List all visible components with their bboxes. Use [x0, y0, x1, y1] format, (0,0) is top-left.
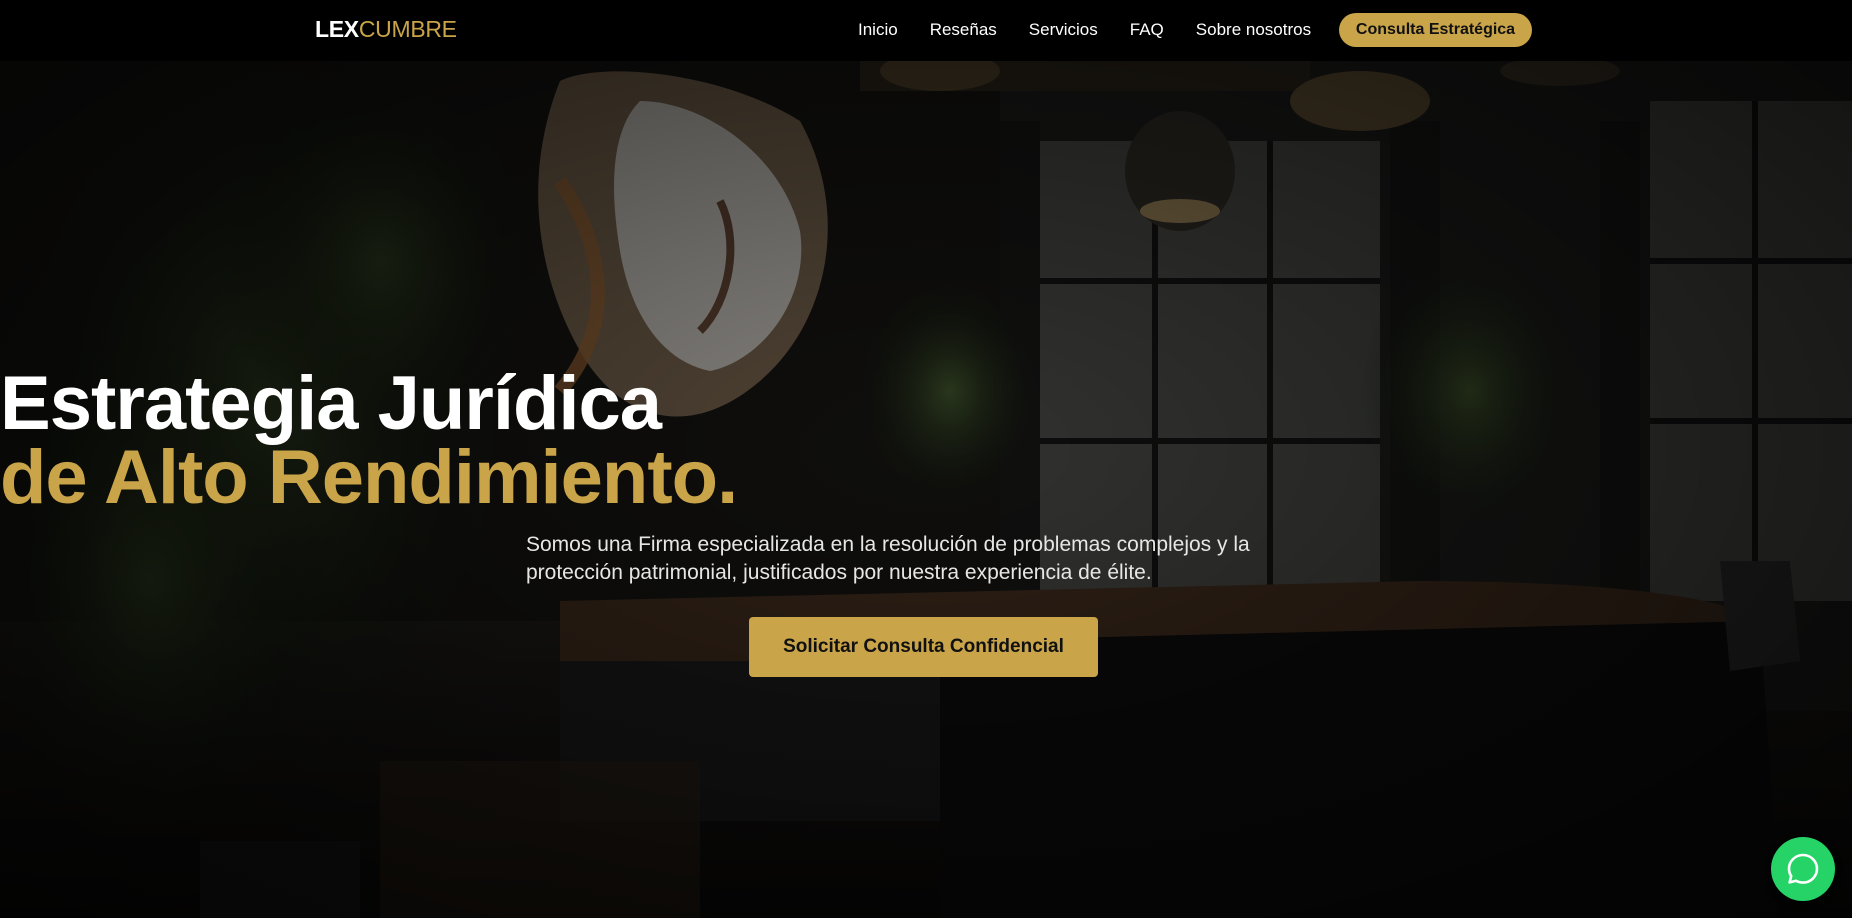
- nav-link-servicios[interactable]: Servicios: [1029, 19, 1098, 41]
- nav-link-resenas[interactable]: Reseñas: [930, 19, 997, 41]
- hero-section: Estrategia Jurídica de Alto Rendimiento.…: [0, 61, 1852, 918]
- consulta-estrategica-button[interactable]: Consulta Estratégica: [1339, 13, 1532, 47]
- hero-title-line2: de Alto Rendimiento.: [0, 435, 738, 520]
- nav-link-inicio[interactable]: Inicio: [858, 19, 898, 41]
- whatsapp-button[interactable]: [1771, 837, 1835, 901]
- navbar: LEXCUMBRE Inicio Reseñas Servicios FAQ S…: [0, 0, 1852, 61]
- site-logo[interactable]: LEXCUMBRE: [315, 14, 457, 44]
- logo-cumbre: CUMBRE: [358, 16, 457, 42]
- logo-lex: LEX: [315, 16, 359, 42]
- hero-title: Estrategia Jurídica de Alto Rendimiento.: [0, 361, 1852, 520]
- nav-links: Inicio Reseñas Servicios FAQ Sobre nosot…: [858, 19, 1343, 41]
- whatsapp-icon: [1787, 853, 1819, 884]
- hero-subtitle: Somos una Firma especializada en la reso…: [526, 533, 1250, 584]
- nav-link-sobre-nosotros[interactable]: Sobre nosotros: [1196, 19, 1311, 41]
- solicitar-consulta-button[interactable]: Solicitar Consulta Confidencial: [749, 617, 1098, 677]
- hero-title-line1: Estrategia Jurídica: [0, 361, 662, 446]
- nav-link-faq[interactable]: FAQ: [1130, 19, 1164, 41]
